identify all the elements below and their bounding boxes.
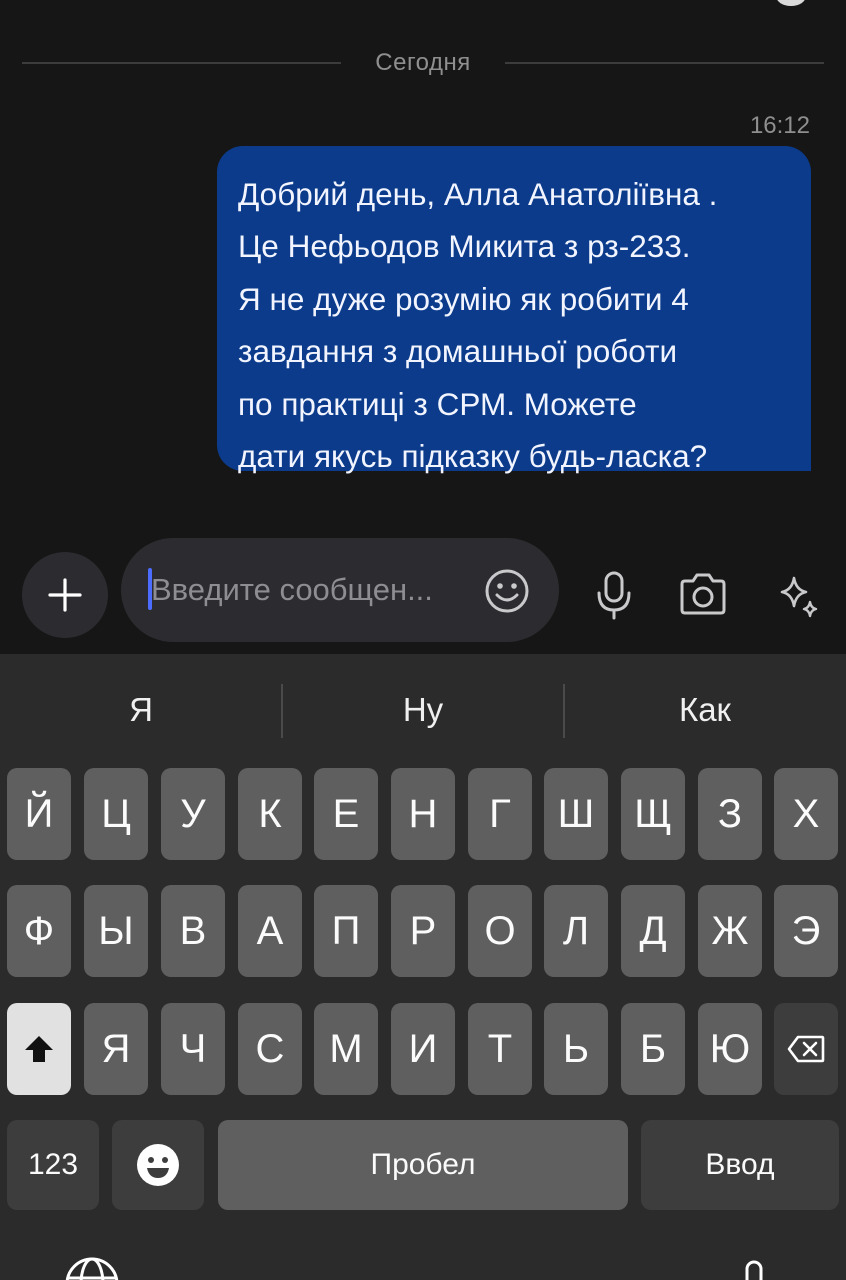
- emoji-key[interactable]: [112, 1120, 204, 1210]
- key[interactable]: П: [314, 885, 378, 977]
- key[interactable]: Й: [7, 768, 71, 860]
- key[interactable]: Я: [84, 1003, 148, 1095]
- message-placeholder: Введите сообщен...: [151, 572, 433, 607]
- key[interactable]: М: [314, 1003, 378, 1095]
- plus-icon: [48, 578, 82, 612]
- avatar-edge: [776, 0, 806, 6]
- camera-icon[interactable]: [678, 572, 728, 616]
- key[interactable]: О: [468, 885, 532, 977]
- key[interactable]: Ю: [698, 1003, 762, 1095]
- key[interactable]: Щ: [621, 768, 685, 860]
- suggestion-1[interactable]: Я: [0, 674, 282, 746]
- microphone-icon[interactable]: [594, 570, 634, 620]
- shift-key[interactable]: [7, 1003, 71, 1095]
- key[interactable]: К: [238, 768, 302, 860]
- suggestion-3[interactable]: Как: [564, 674, 846, 746]
- key[interactable]: Д: [621, 885, 685, 977]
- microphone-icon[interactable]: [742, 1260, 766, 1280]
- key[interactable]: Т: [468, 1003, 532, 1095]
- divider: [504, 62, 825, 64]
- key[interactable]: А: [238, 885, 302, 977]
- divider: [22, 62, 342, 64]
- suggestion-2[interactable]: Ну: [282, 674, 564, 746]
- date-separator: Сегодня: [22, 46, 825, 80]
- emoji-icon: [137, 1144, 179, 1186]
- key[interactable]: З: [698, 768, 762, 860]
- key[interactable]: Ш: [544, 768, 608, 860]
- key[interactable]: С: [238, 1003, 302, 1095]
- key[interactable]: Ф: [7, 885, 71, 977]
- message-time: 16:12: [749, 112, 810, 139]
- key[interactable]: Б: [621, 1003, 685, 1095]
- enter-key[interactable]: Ввод: [641, 1120, 839, 1210]
- key[interactable]: Ж: [698, 885, 762, 977]
- backspace-icon: [787, 1035, 825, 1063]
- attach-button[interactable]: [22, 552, 108, 638]
- key[interactable]: Х: [774, 768, 838, 860]
- globe-icon[interactable]: [64, 1256, 120, 1280]
- key[interactable]: Н: [391, 768, 455, 860]
- key[interactable]: Л: [544, 885, 608, 977]
- key[interactable]: Ч: [161, 1003, 225, 1095]
- message-bubble[interactable]: Добрий день, Алла Анатоліївна . Це Нефьо…: [217, 146, 811, 474]
- keyboard: Я Ну Как Й Ц У К Е Н Г Ш Щ З Х Ф Ы В А П…: [0, 654, 846, 1280]
- message-input[interactable]: Введите сообщен...: [121, 538, 559, 642]
- key[interactable]: И: [391, 1003, 455, 1095]
- key[interactable]: Е: [314, 768, 378, 860]
- key[interactable]: Ь: [544, 1003, 608, 1095]
- key[interactable]: У: [161, 768, 225, 860]
- space-key[interactable]: Пробел: [218, 1120, 628, 1210]
- ai-sparkle-icon[interactable]: [774, 572, 822, 620]
- key[interactable]: Ц: [84, 768, 148, 860]
- suggestion-bar: Я Ну Как: [0, 674, 846, 746]
- key[interactable]: Ы: [84, 885, 148, 977]
- backspace-key[interactable]: [774, 1003, 838, 1095]
- key[interactable]: Г: [468, 768, 532, 860]
- shift-arrow-icon: [25, 1036, 53, 1062]
- emoji-icon[interactable]: [483, 567, 531, 615]
- key[interactable]: Р: [391, 885, 455, 977]
- date-label: Сегодня: [375, 49, 471, 76]
- numbers-key[interactable]: 123: [7, 1120, 99, 1210]
- key[interactable]: Э: [774, 885, 838, 977]
- key[interactable]: В: [161, 885, 225, 977]
